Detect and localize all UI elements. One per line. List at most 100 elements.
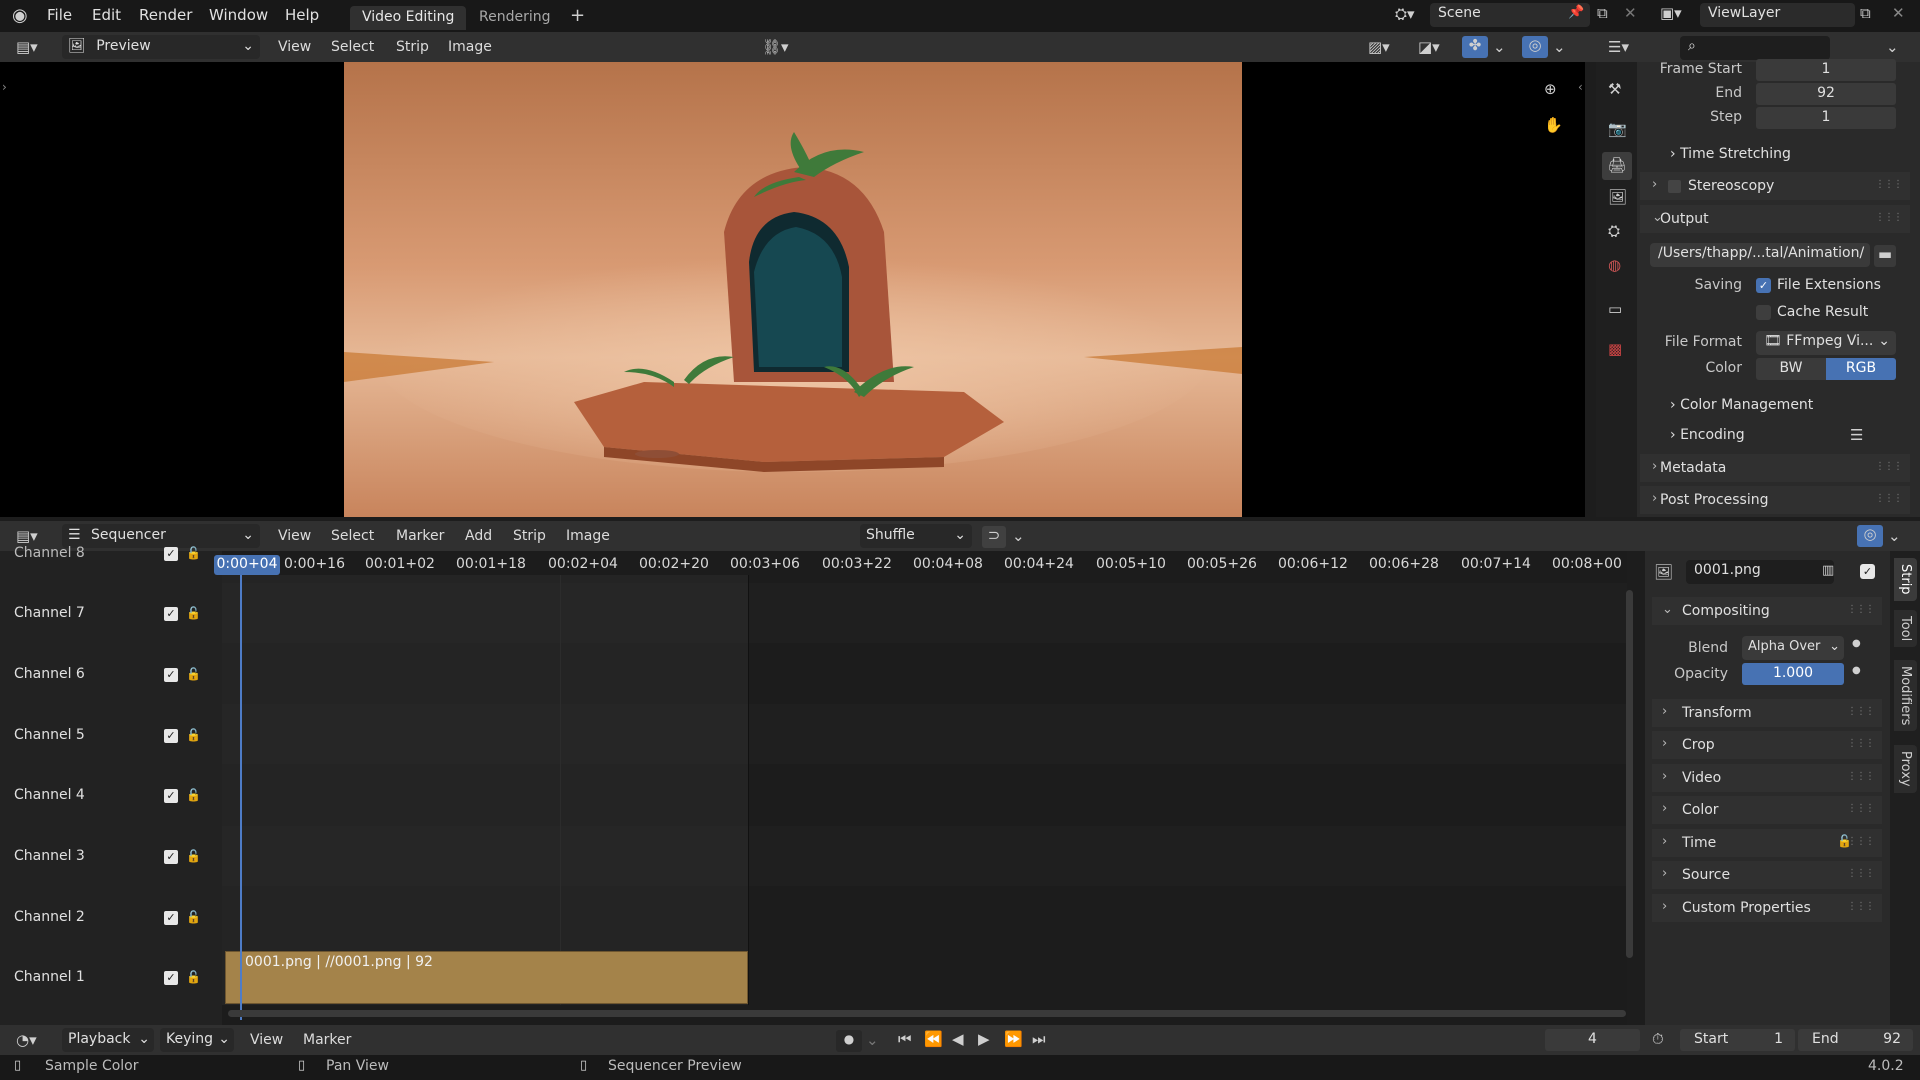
output-tab-icon[interactable]: 🖨: [1602, 152, 1632, 180]
start-frame-field[interactable]: Start 1: [1680, 1029, 1795, 1051]
workspace-tab-rendering[interactable]: Rendering: [467, 6, 563, 30]
playhead[interactable]: [240, 556, 242, 1020]
frame-start-field[interactable]: 1: [1756, 59, 1896, 81]
preview-menu-image[interactable]: Image: [448, 39, 492, 55]
scene-tab-icon[interactable]: ⛭: [1608, 222, 1620, 240]
unlock-icon[interactable]: 🔓: [186, 849, 201, 863]
timeline-menu-view[interactable]: View: [250, 1032, 283, 1048]
drag-handle-icon[interactable]: ⋮⋮⋮: [1847, 836, 1875, 847]
blender-logo-icon[interactable]: ◉: [12, 5, 28, 26]
delete-scene-icon[interactable]: ✕: [1624, 4, 1637, 22]
add-workspace-icon[interactable]: +: [570, 5, 585, 26]
sequencer-menu-add[interactable]: Add: [465, 528, 492, 544]
editor-type-icon[interactable]: ▤▾: [16, 38, 38, 56]
sequencer-overlays-dropdown-icon[interactable]: ⌄: [1888, 527, 1901, 545]
channel-label[interactable]: Channel 6: [14, 666, 85, 682]
new-scene-icon[interactable]: ⧉: [1597, 4, 1608, 22]
compositing-panel[interactable]: ⌄ Compositing ⋮⋮⋮: [1652, 597, 1882, 625]
drag-handle-icon[interactable]: ⋮⋮⋮: [1847, 901, 1875, 912]
menu-file[interactable]: File: [47, 6, 72, 24]
channel-mute-checkbox[interactable]: ✓: [164, 971, 178, 985]
encoding-subpanel[interactable]: › Encoding: [1670, 427, 1745, 443]
channel-mute-checkbox[interactable]: ✓: [164, 789, 178, 803]
transform-panel[interactable]: › Transform ⋮⋮⋮: [1652, 699, 1882, 727]
vertical-scrollbar[interactable]: [1626, 590, 1633, 958]
tab-tool[interactable]: Tool: [1894, 610, 1917, 648]
workspace-tab-video-editing[interactable]: Video Editing: [350, 6, 467, 30]
crop-panel[interactable]: › Crop ⋮⋮⋮: [1652, 731, 1882, 759]
tab-modifiers[interactable]: Modifiers: [1894, 660, 1917, 732]
source-panel[interactable]: › Source ⋮⋮⋮: [1652, 861, 1882, 889]
frame-step-field[interactable]: 1: [1756, 107, 1896, 129]
drag-handle-icon[interactable]: ⋮⋮⋮: [1847, 706, 1875, 717]
cache-result-checkbox[interactable]: [1756, 305, 1771, 320]
gizmo-dropdown-icon[interactable]: ⌄: [1493, 38, 1506, 56]
record-options-icon[interactable]: ⌄: [866, 1031, 879, 1049]
channel-mute-checkbox[interactable]: ✓: [164, 668, 178, 682]
sequencer-menu-view[interactable]: View: [278, 528, 311, 544]
sequencer-menu-marker[interactable]: Marker: [396, 528, 444, 544]
color-bw-button[interactable]: BW: [1756, 358, 1826, 380]
tab-strip[interactable]: Strip: [1894, 558, 1917, 601]
opacity-slider[interactable]: 1.000: [1742, 663, 1844, 685]
delete-view-layer-icon[interactable]: ✕: [1892, 4, 1905, 22]
stereoscopy-panel[interactable]: › Stereoscopy ⋮⋮⋮: [1640, 172, 1910, 200]
unlock-icon[interactable]: 🔓: [186, 546, 201, 560]
drag-handle-icon[interactable]: ⋮⋮⋮: [1847, 868, 1875, 879]
file-format-dropdown[interactable]: 🎞 FFmpeg Vi... ⌄: [1756, 331, 1896, 355]
timeline-editor-icon[interactable]: ◔▾: [16, 1031, 37, 1049]
display-mode-icon[interactable]: ▨▾: [1368, 38, 1390, 56]
channel-label[interactable]: Channel 1: [14, 969, 85, 985]
channel-label[interactable]: Channel 5: [14, 727, 85, 743]
snapping-dropdown-icon[interactable]: ⌄: [1012, 527, 1025, 545]
color-rgb-button[interactable]: RGB: [1826, 358, 1896, 380]
presets-list-icon[interactable]: ☰: [1850, 426, 1863, 444]
pan-hand-icon[interactable]: ✋: [1544, 116, 1563, 134]
gizmo-icon[interactable]: ✤: [1462, 36, 1488, 58]
keyframe-dot-icon[interactable]: ●: [1852, 638, 1861, 649]
folder-icon[interactable]: ▬: [1874, 245, 1896, 267]
new-view-layer-icon[interactable]: ⧉: [1860, 4, 1871, 22]
blend-dropdown[interactable]: Alpha Over ⌄: [1742, 636, 1844, 660]
sequencer-menu-image[interactable]: Image: [566, 528, 610, 544]
menu-window[interactable]: Window: [209, 6, 268, 24]
unlock-icon[interactable]: 🔓: [186, 970, 201, 984]
view-layer-tab-icon[interactable]: 🖼: [1608, 188, 1627, 206]
overlays-dropdown-icon[interactable]: ⌄: [1553, 38, 1566, 56]
preview-mode-dropdown[interactable]: 🖼 Preview ⌄: [62, 35, 260, 59]
channel-label[interactable]: Channel 3: [14, 848, 85, 864]
time-stretching-subpanel[interactable]: › Time Stretching: [1670, 146, 1791, 162]
drag-handle-icon[interactable]: ⋮⋮⋮: [1847, 803, 1875, 814]
metadata-panel[interactable]: › Metadata ⋮⋮⋮: [1640, 454, 1910, 482]
overlays-icon[interactable]: ◎: [1522, 36, 1548, 58]
time-panel[interactable]: › Time 🔓 ⋮⋮⋮: [1652, 829, 1882, 857]
custom-properties-panel[interactable]: › Custom Properties ⋮⋮⋮: [1652, 894, 1882, 922]
channel-mute-checkbox[interactable]: ✓: [164, 911, 178, 925]
scene-icon[interactable]: ⛭▾: [1395, 5, 1415, 23]
channels-icon[interactable]: ◪▾: [1418, 38, 1440, 56]
texture-tab-icon[interactable]: ▩: [1608, 340, 1622, 358]
file-extensions-checkbox[interactable]: ✓: [1756, 278, 1771, 293]
unlock-icon[interactable]: 🔓: [186, 910, 201, 924]
jump-start-icon[interactable]: ⏮: [898, 1030, 912, 1048]
drag-handle-icon[interactable]: ⋮⋮⋮: [1847, 738, 1875, 749]
drag-handle-icon[interactable]: ⋮⋮⋮: [1875, 461, 1903, 472]
unlock-icon[interactable]: 🔓: [186, 667, 201, 681]
end-frame-field[interactable]: End 92: [1798, 1029, 1913, 1051]
channel-mute-checkbox[interactable]: ✓: [164, 729, 178, 743]
tab-proxy[interactable]: Proxy: [1894, 745, 1917, 793]
preview-toolbar-expand-icon[interactable]: ›: [2, 80, 7, 94]
menu-render[interactable]: Render: [139, 6, 192, 24]
keying-menu[interactable]: Keying ⌄: [160, 1028, 234, 1052]
editor-type-icon[interactable]: ▤▾: [16, 527, 38, 545]
output-panel[interactable]: ⌄ Output ⋮⋮⋮: [1640, 205, 1910, 233]
current-frame-field[interactable]: 4: [1545, 1029, 1640, 1051]
channel-label[interactable]: Channel 2: [14, 909, 85, 925]
channel-label[interactable]: Channel 4: [14, 787, 85, 803]
sidebar-expand-icon[interactable]: ‹: [1578, 80, 1583, 94]
sequencer-overlays-icon[interactable]: ◎: [1857, 525, 1883, 547]
playback-menu[interactable]: Playback ⌄: [62, 1028, 154, 1052]
prev-keyframe-icon[interactable]: ⏪: [924, 1030, 943, 1048]
sequencer-mode-dropdown[interactable]: ☰ Sequencer ⌄: [62, 524, 260, 548]
properties-editor-icon[interactable]: ☰▾: [1608, 38, 1629, 56]
